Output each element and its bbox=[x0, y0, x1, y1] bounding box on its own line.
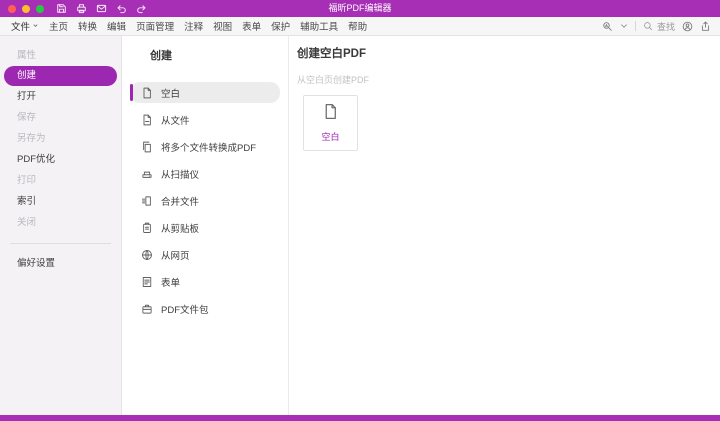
create-option-combine-files[interactable]: 合并文件 bbox=[130, 190, 280, 211]
account-icon[interactable] bbox=[682, 21, 693, 32]
menu-view[interactable]: 视图 bbox=[209, 19, 236, 33]
detail-panel: 创建空白PDF 从空白页创建PDF 空白 bbox=[290, 36, 720, 415]
create-option-blank[interactable]: 空白 bbox=[130, 82, 280, 103]
create-option-label: 表单 bbox=[161, 277, 181, 289]
sidebar-item-print: 打印 bbox=[17, 175, 37, 186]
backstage-sidebar: 属性 创建 打开 保存 另存为 PDF优化 打印 索引 关闭 偏好设置 bbox=[0, 36, 122, 415]
create-option-label: 将多个文件转换成PDF bbox=[161, 142, 257, 154]
blank-file-icon bbox=[141, 87, 153, 99]
pdf-portfolio-icon bbox=[141, 303, 153, 315]
create-option-label: 从扫描仪 bbox=[161, 169, 200, 181]
sidebar-item-create[interactable]: 创建 bbox=[4, 66, 117, 86]
sidebar-item-close: 关闭 bbox=[17, 217, 37, 228]
create-panel: 创建 空白 从文件 将多个文件转换成PDF 从扫描仪 合并文件 从剪贴板 从网页… bbox=[123, 36, 289, 415]
menu-home[interactable]: 主页 bbox=[45, 19, 72, 33]
menu-accessibility[interactable]: 辅助工具 bbox=[296, 19, 342, 33]
sidebar-item-save: 保存 bbox=[17, 112, 37, 123]
scanner-icon bbox=[141, 168, 153, 180]
save-icon[interactable] bbox=[56, 3, 67, 14]
create-options-list: 空白 从文件 将多个文件转换成PDF 从扫描仪 合并文件 从剪贴板 从网页 表单… bbox=[123, 82, 288, 319]
menu-file-label: 文件 bbox=[11, 22, 31, 33]
undo-icon[interactable] bbox=[116, 3, 127, 14]
mail-icon[interactable] bbox=[96, 3, 107, 14]
web-page-icon bbox=[141, 249, 153, 261]
menubar-right: 查找 bbox=[602, 20, 720, 33]
sidebar-item-pdf-optimize[interactable]: PDF优化 bbox=[0, 149, 121, 170]
menu-protect[interactable]: 保护 bbox=[267, 19, 294, 33]
divider bbox=[10, 243, 111, 244]
multiple-files-icon bbox=[141, 141, 153, 153]
create-option-label: 从文件 bbox=[161, 115, 190, 127]
print-icon[interactable] bbox=[76, 3, 87, 14]
create-option-label: 合并文件 bbox=[161, 196, 200, 208]
minimize-window-button[interactable] bbox=[22, 4, 30, 13]
detail-panel-title: 创建空白PDF bbox=[297, 48, 366, 60]
create-option-from-file[interactable]: 从文件 bbox=[130, 109, 280, 130]
create-option-multiple-files[interactable]: 将多个文件转换成PDF bbox=[130, 136, 280, 157]
create-option-label: 从网页 bbox=[161, 250, 190, 262]
detail-panel-subtitle: 从空白页创建PDF bbox=[297, 75, 370, 85]
sidebar-item-properties: 属性 bbox=[17, 50, 37, 61]
sidebar-item-preferences[interactable]: 偏好设置 bbox=[0, 253, 121, 274]
window-title: 福昕PDF编辑器 bbox=[328, 3, 392, 13]
from-file-icon bbox=[141, 114, 153, 126]
search-text-icon[interactable] bbox=[602, 21, 613, 32]
quick-access-toolbar bbox=[56, 3, 147, 14]
menu-file[interactable]: 文件 bbox=[7, 19, 43, 33]
menu-help[interactable]: 帮助 bbox=[344, 19, 371, 33]
menu-convert[interactable]: 转换 bbox=[74, 19, 101, 33]
divider bbox=[634, 21, 636, 31]
search-icon bbox=[644, 22, 653, 31]
find-button[interactable]: 查找 bbox=[643, 20, 675, 33]
create-panel-title: 创建 bbox=[150, 50, 172, 62]
sidebar-item-open[interactable]: 打开 bbox=[0, 86, 121, 107]
close-window-button[interactable] bbox=[8, 4, 16, 13]
titlebar: 福昕PDF编辑器 bbox=[0, 0, 720, 17]
find-label: 查找 bbox=[656, 21, 675, 32]
menu-form[interactable]: 表单 bbox=[238, 19, 265, 33]
menu-edit[interactable]: 编辑 bbox=[103, 19, 130, 33]
share-icon[interactable] bbox=[700, 21, 711, 32]
blank-pdf-card-label: 空白 bbox=[321, 132, 340, 142]
create-option-web-page[interactable]: 从网页 bbox=[130, 244, 280, 265]
clipboard-icon bbox=[141, 222, 153, 234]
create-option-form[interactable]: 表单 bbox=[130, 271, 280, 292]
blank-file-icon bbox=[322, 103, 339, 125]
redo-icon[interactable] bbox=[136, 3, 147, 14]
bottom-accent-bar bbox=[0, 415, 720, 421]
create-option-label: 空白 bbox=[161, 88, 181, 100]
menu-comment[interactable]: 注释 bbox=[180, 19, 207, 33]
sidebar-item-save-as: 另存为 bbox=[17, 133, 46, 144]
create-option-scanner[interactable]: 从扫描仪 bbox=[130, 163, 280, 184]
fullscreen-window-button[interactable] bbox=[36, 4, 44, 13]
menu-page-organize[interactable]: 页面管理 bbox=[132, 19, 178, 33]
menubar: 文件 主页 转换 编辑 页面管理 注释 视图 表单 保护 辅助工具 帮助 查找 bbox=[0, 17, 720, 36]
create-option-label: 从剪贴板 bbox=[161, 223, 200, 235]
chevron-down-icon bbox=[32, 21, 39, 32]
create-option-pdf-portfolio[interactable]: PDF文件包 bbox=[130, 298, 280, 319]
combine-files-icon bbox=[141, 195, 153, 207]
form-icon bbox=[141, 276, 153, 288]
blank-pdf-card[interactable]: 空白 bbox=[303, 95, 358, 151]
traffic-lights bbox=[8, 4, 44, 13]
create-option-label: PDF文件包 bbox=[161, 304, 209, 316]
create-option-clipboard[interactable]: 从剪贴板 bbox=[130, 217, 280, 238]
sidebar-item-index[interactable]: 索引 bbox=[0, 191, 121, 212]
chevron-down-icon[interactable] bbox=[620, 22, 628, 30]
